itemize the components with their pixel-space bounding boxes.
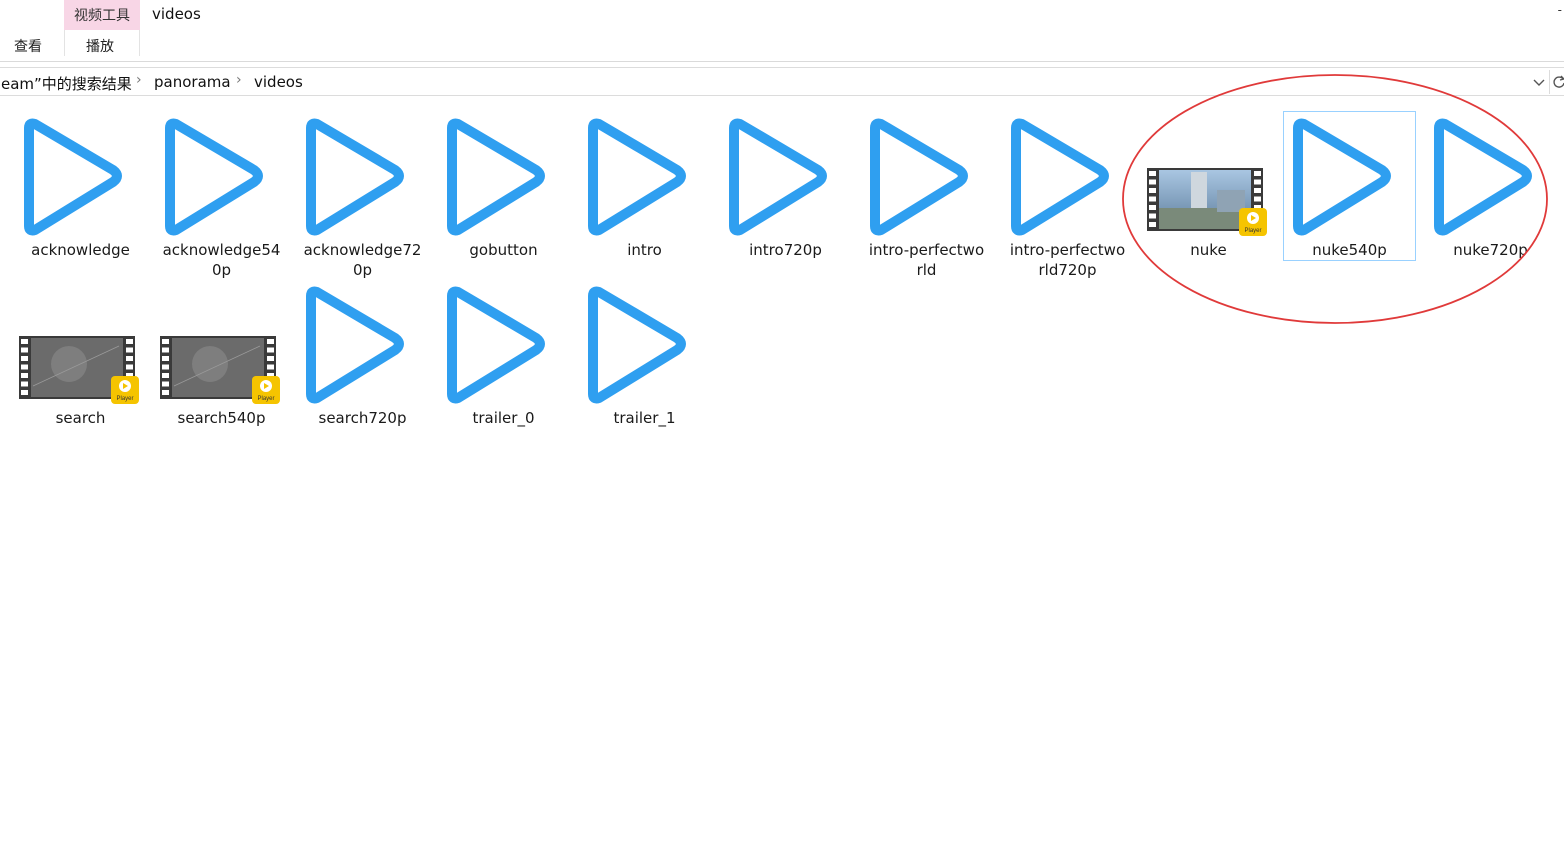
file-item[interactable]: intro — [579, 112, 710, 260]
file-name-line: rld — [916, 261, 937, 279]
play-icon — [588, 118, 686, 236]
play-icon — [306, 286, 404, 404]
file-icon-box — [15, 112, 146, 238]
file-name-line: acknowledge54 — [162, 241, 281, 259]
file-icon-box — [579, 280, 710, 406]
file-item[interactable]: gobutton — [438, 112, 569, 260]
player-badge-label: Player — [116, 396, 133, 402]
file-icon-box — [438, 280, 569, 406]
file-icon-box — [1002, 112, 1133, 238]
file-name-line: acknowledge — [31, 241, 130, 259]
file-name-line: search540p — [177, 409, 266, 427]
file-name: intro-perfectwo rld — [861, 240, 992, 280]
file-item[interactable]: intro-perfectwo rld720p — [1002, 112, 1133, 280]
player-badge-icon: Player — [252, 376, 280, 404]
chevron-right-icon[interactable]: › — [136, 72, 142, 88]
play-icon — [306, 118, 404, 236]
play-icon — [447, 118, 545, 236]
file-icon-box — [156, 112, 287, 238]
file-name: intro720p — [720, 240, 851, 260]
file-name: search — [15, 408, 146, 428]
file-name: trailer_0 — [438, 408, 569, 428]
file-item[interactable]: acknowledge54 0p — [156, 112, 287, 280]
tab-play[interactable]: 播放 — [86, 36, 114, 56]
play-icon — [24, 118, 122, 236]
video-tools-label: 视频工具 — [74, 8, 130, 24]
file-icon-box — [720, 112, 851, 238]
file-name-line: rld720p — [1038, 261, 1097, 279]
minimize-button[interactable]: - — [1558, 3, 1562, 17]
file-name-line: intro-perfectwo — [1009, 241, 1126, 259]
file-item[interactable]: intro720p — [720, 112, 851, 260]
file-name: search540p — [156, 408, 287, 428]
file-name: intro — [579, 240, 710, 260]
breadcrumb-search-results[interactable]: eam”中的搜索结果 — [1, 73, 132, 94]
play-icon — [1011, 118, 1109, 236]
file-icon-box — [297, 112, 428, 238]
file-item[interactable]: Player search — [15, 280, 146, 428]
play-icon — [588, 286, 686, 404]
file-name: acknowledge54 0p — [156, 240, 287, 280]
file-icon-box — [861, 112, 992, 238]
file-icon-box — [438, 112, 569, 238]
file-item[interactable]: trailer_1 — [579, 280, 710, 428]
file-name-line: trailer_1 — [613, 409, 676, 427]
file-item[interactable]: Player search540p — [156, 280, 287, 428]
file-icon-box — [579, 112, 710, 238]
file-name: acknowledge — [15, 240, 146, 260]
file-name-line: gobutton — [469, 241, 538, 259]
file-name-line: 0p — [211, 261, 232, 279]
file-name-line: 0p — [352, 261, 373, 279]
file-item[interactable]: trailer_0 — [438, 280, 569, 428]
breadcrumb-panorama[interactable]: panorama — [154, 73, 231, 91]
file-item[interactable]: search720p — [297, 280, 428, 428]
file-icon-box — [297, 280, 428, 406]
refresh-icon[interactable] — [1552, 74, 1564, 90]
chevron-right-icon[interactable]: › — [236, 72, 242, 88]
file-icon-box: Player — [15, 280, 146, 406]
play-icon — [447, 286, 545, 404]
file-name-line: intro — [627, 241, 662, 259]
tab-view[interactable]: 查看 — [14, 36, 42, 56]
file-name: trailer_1 — [579, 408, 710, 428]
breadcrumb-videos[interactable]: videos — [254, 73, 303, 91]
file-name: search720p — [297, 408, 428, 428]
annotation-ellipse — [1122, 74, 1548, 324]
file-name: gobutton — [438, 240, 569, 260]
file-icon-box: Player — [156, 280, 287, 406]
file-item[interactable]: acknowledge72 0p — [297, 112, 428, 280]
play-icon — [729, 118, 827, 236]
video-tools-group[interactable]: 视频工具 — [64, 0, 140, 30]
player-badge-label: Player — [257, 396, 274, 402]
file-item[interactable]: acknowledge — [15, 112, 146, 260]
file-item[interactable]: intro-perfectwo rld — [861, 112, 992, 280]
file-name-line: acknowledge72 — [303, 241, 422, 259]
player-badge-icon: Player — [111, 376, 139, 404]
file-name-line: intro720p — [749, 241, 822, 259]
file-name-line: trailer_0 — [472, 409, 535, 427]
ribbon: 视频工具 videos 查看 播放 - — [0, 0, 1564, 62]
play-icon — [870, 118, 968, 236]
play-icon — [165, 118, 263, 236]
file-name: intro-perfectwo rld720p — [1002, 240, 1133, 280]
window-title: videos — [152, 5, 201, 23]
file-name-line: search — [55, 409, 106, 427]
file-name: acknowledge72 0p — [297, 240, 428, 280]
ribbon-divider — [64, 30, 65, 56]
ribbon-divider — [139, 30, 140, 56]
file-name-line: search720p — [318, 409, 407, 427]
file-name-line: intro-perfectwo — [868, 241, 985, 259]
